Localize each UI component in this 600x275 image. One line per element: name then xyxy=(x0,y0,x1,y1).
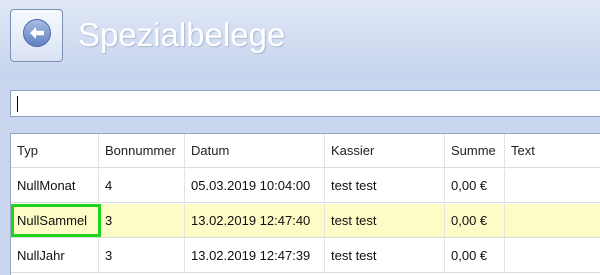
app-header: Spezialbelege xyxy=(0,0,600,80)
highlight-box xyxy=(11,204,101,237)
back-arrow-icon xyxy=(22,18,52,53)
cell-text xyxy=(505,169,600,202)
cell-datum: 13.02.2019 12:47:39 xyxy=(185,239,325,272)
receipts-table: Typ Bonnummer Datum Kassier Summe Text N… xyxy=(10,133,600,275)
cell-typ: NullJahr xyxy=(11,239,99,272)
cell-datum: 13.02.2019 12:47:40 xyxy=(185,204,325,237)
cell-datum: 05.03.2019 10:04:00 xyxy=(185,169,325,202)
cell-bonnummer: 4 xyxy=(99,169,185,202)
cell-text xyxy=(505,204,600,237)
cell-bonnummer: 3 xyxy=(99,204,185,237)
table-row-selected[interactable]: NullSammel 3 13.02.2019 12:47:40 test te… xyxy=(11,204,600,238)
cell-summe: 0,00 € xyxy=(445,239,505,272)
cell-summe: 0,00 € xyxy=(445,169,505,202)
column-header-text[interactable]: Text xyxy=(505,134,600,167)
column-header-datum[interactable]: Datum xyxy=(185,134,325,167)
cell-typ: NullMonat xyxy=(11,169,99,202)
column-header-typ[interactable]: Typ xyxy=(11,134,99,167)
back-button[interactable] xyxy=(10,9,63,62)
cell-kassier: test test xyxy=(325,169,445,202)
table-row[interactable]: NullJahr 3 13.02.2019 12:47:39 test test… xyxy=(11,239,600,273)
cell-text xyxy=(505,239,600,272)
text-caret xyxy=(17,96,18,112)
cell-summe: 0,00 € xyxy=(445,204,505,237)
table-header-row: Typ Bonnummer Datum Kassier Summe Text xyxy=(11,134,600,168)
cell-kassier: test test xyxy=(325,204,445,237)
page-title: Spezialbelege xyxy=(78,16,286,53)
column-header-kassier[interactable]: Kassier xyxy=(325,134,445,167)
cell-kassier: test test xyxy=(325,239,445,272)
cell-bonnummer: 3 xyxy=(99,239,185,272)
column-header-summe[interactable]: Summe xyxy=(445,134,505,167)
table-row[interactable]: NullMonat 4 05.03.2019 10:04:00 test tes… xyxy=(11,169,600,203)
column-header-bonnummer[interactable]: Bonnummer xyxy=(99,134,185,167)
search-input[interactable] xyxy=(10,90,600,117)
